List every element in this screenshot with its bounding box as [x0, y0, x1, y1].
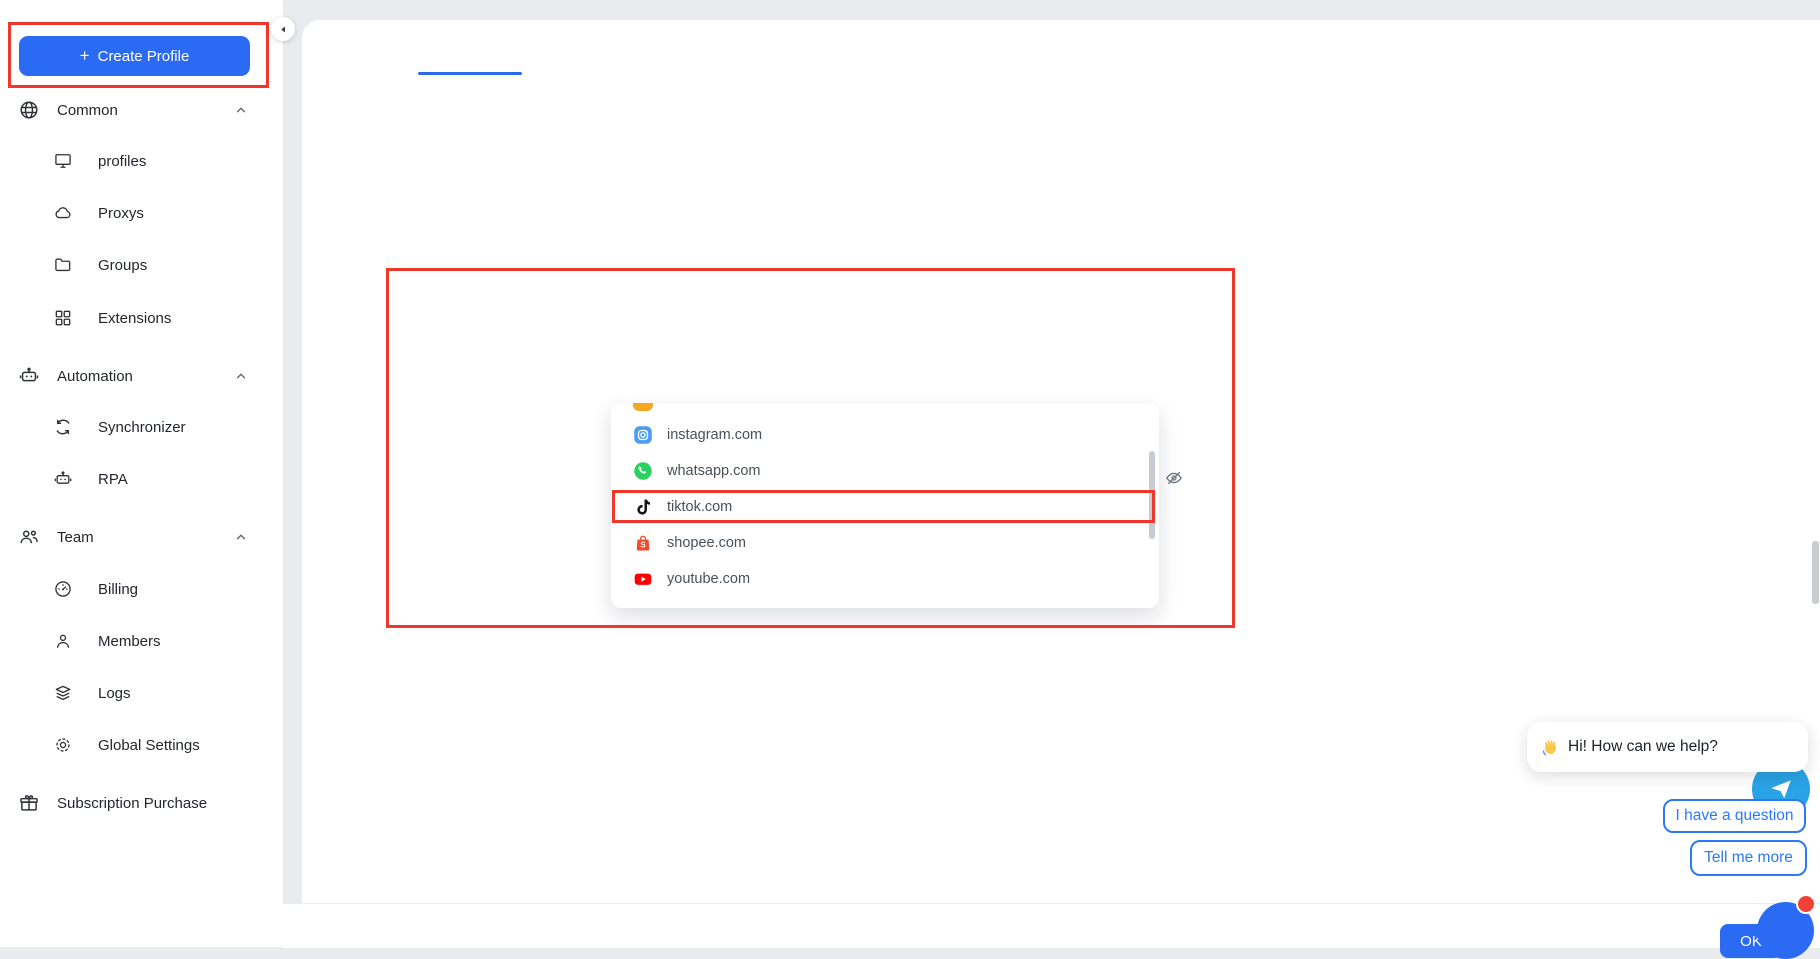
chat-question-label: I have a question — [1675, 807, 1793, 825]
sidebar-item-label: RPA — [98, 471, 128, 488]
sidebar-section-label: Team — [57, 529, 94, 546]
globe-icon — [18, 99, 40, 121]
person-icon — [53, 631, 73, 651]
create-profile-highlight-box — [8, 22, 269, 88]
sidebar-item-label: Extensions — [98, 310, 171, 327]
sidebar-item-global-settings[interactable]: Global Settings — [0, 730, 283, 760]
sidebar: + Create Profile Common profiles Proxys … — [0, 0, 284, 947]
sidebar-item-label: Subscription Purchase — [57, 795, 207, 812]
chevron-up-icon — [234, 530, 248, 544]
sidebar-item-label: Groups — [98, 257, 147, 274]
sidebar-section-automation[interactable]: Automation — [0, 361, 283, 391]
chevron-up-icon — [234, 369, 248, 383]
sidebar-item-extensions[interactable]: Extensions — [0, 303, 283, 333]
layers-icon — [53, 683, 73, 703]
chat-more-button[interactable]: Tell me more — [1690, 840, 1807, 876]
gift-icon — [18, 792, 40, 814]
sidebar-item-label: Logs — [98, 685, 131, 702]
sidebar-section-common[interactable]: Common — [0, 95, 283, 125]
sidebar-item-proxys[interactable]: Proxys — [0, 198, 283, 228]
sidebar-collapse-button[interactable] — [271, 17, 295, 41]
sync-icon — [53, 417, 73, 437]
chat-more-label: Tell me more — [1704, 849, 1793, 867]
triangle-left-icon — [279, 25, 288, 34]
grid-icon — [53, 308, 73, 328]
sidebar-item-label: Billing — [98, 581, 138, 598]
sidebar-item-label: Proxys — [98, 205, 144, 222]
sidebar-item-synchronizer[interactable]: Synchronizer — [0, 412, 283, 442]
team-icon — [18, 526, 40, 548]
gear-icon — [53, 735, 73, 755]
window-scrollbar[interactable] — [1812, 541, 1819, 604]
gauge-icon — [53, 579, 73, 599]
tiktok-option-highlight-box — [612, 490, 1155, 523]
sidebar-section-team[interactable]: Team — [0, 522, 283, 552]
sidebar-section-label: Automation — [57, 368, 133, 385]
chevron-up-icon — [234, 103, 248, 117]
sidebar-section-label: Common — [57, 102, 118, 119]
chat-greeting-bubble[interactable]: Hi! How can we help? — [1527, 722, 1808, 772]
chat-greeting-text: Hi! How can we help? — [1568, 738, 1718, 756]
sidebar-item-label: Synchronizer — [98, 419, 186, 436]
sidebar-item-label: profiles — [98, 153, 146, 170]
active-tab-underline — [418, 72, 522, 75]
sidebar-item-rpa[interactable]: RPA — [0, 464, 283, 494]
sidebar-item-subscription-purchase[interactable]: Subscription Purchase — [0, 788, 283, 818]
sidebar-item-groups[interactable]: Groups — [0, 250, 283, 280]
monitor-icon — [53, 151, 73, 171]
sidebar-item-profiles[interactable]: profiles — [0, 146, 283, 176]
sidebar-item-label: Global Settings — [98, 737, 200, 754]
sidebar-item-members[interactable]: Members — [0, 626, 283, 656]
bottom-action-bar — [283, 903, 1820, 948]
chat-notification-badge — [1796, 894, 1816, 914]
folder-icon — [53, 255, 73, 275]
sidebar-item-billing[interactable]: Billing — [0, 574, 283, 604]
cloud-icon — [53, 203, 73, 223]
sidebar-item-label: Members — [98, 633, 161, 650]
chat-question-button[interactable]: I have a question — [1663, 799, 1806, 833]
waving-hand-emoji-icon — [1540, 738, 1559, 757]
sidebar-item-logs[interactable]: Logs — [0, 678, 283, 708]
robot-icon — [53, 469, 73, 489]
robot-icon — [18, 365, 40, 387]
bind-account-highlight-box — [386, 268, 1235, 628]
